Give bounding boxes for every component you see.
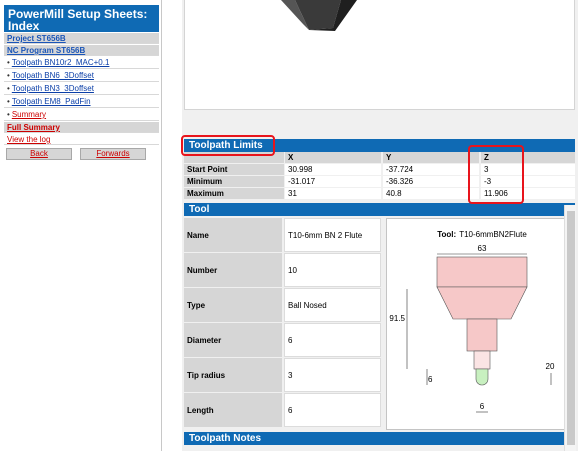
column-header-x: X: [285, 152, 381, 163]
cell-x: 30.998: [285, 164, 381, 175]
back-button[interactable]: Back: [6, 148, 72, 160]
cell-y: 40.8: [383, 188, 479, 199]
row-label: Minimum: [184, 176, 284, 187]
summary-list-item[interactable]: • Summary: [4, 109, 159, 121]
limits-title-highlight: [181, 135, 275, 156]
row-label: Maximum: [184, 188, 284, 199]
z-column-highlight: [468, 145, 524, 204]
forwards-button-label: Forwards: [96, 149, 130, 158]
tool-prop-label: Type: [184, 288, 282, 322]
tool-caption-prefix: Tool:: [437, 230, 456, 239]
tool-prop-value: Ball Nosed: [284, 288, 381, 322]
tool-diagram-caption: Tool: T10-6mmBN2Flute: [437, 230, 527, 239]
tool-holder-collet: [466, 318, 498, 352]
index-title: PowerMill Setup Sheets: Index: [4, 5, 159, 32]
scrollbar-thumb[interactable]: [567, 211, 575, 445]
tool-prop-label: Number: [184, 253, 282, 287]
holder-width-dim: 63: [478, 244, 487, 253]
setup-sheet-window: PowerMill Setup Sheets: Index Project ST…: [0, 0, 579, 451]
tool-prop-label: Length: [184, 393, 282, 427]
view-log-link[interactable]: View the log: [7, 135, 50, 144]
bullet-icon: •: [7, 84, 10, 93]
bullet-icon: •: [7, 71, 10, 80]
toolpath-preview-image: [184, 0, 575, 110]
toolpath-notes-title: Toolpath Notes: [189, 433, 262, 444]
tool-prop-label: Name: [184, 218, 282, 252]
tool-header: Tool: [184, 203, 575, 216]
tool-holder-top: [436, 256, 528, 288]
tool-diagram-box: Tool: T10-6mmBN2Flute 63 91.5 6 20 6: [386, 218, 575, 430]
nc-program-link-row[interactable]: NC Program ST656B: [4, 45, 159, 56]
cell-x: 31: [285, 188, 381, 199]
back-button-label: Back: [30, 149, 48, 158]
tool-shank: [473, 350, 491, 370]
toolpath-list-item[interactable]: • Toolpath BN3_3Doffset: [4, 83, 159, 95]
forwards-button[interactable]: Forwards: [80, 148, 146, 160]
toolpath-list-item[interactable]: • Toolpath EM8_PadFin: [4, 96, 159, 108]
bullet-icon: •: [7, 58, 10, 67]
tool-title: Tool: [189, 204, 210, 215]
bullet-icon: •: [7, 110, 10, 119]
tool-prop-value: 3: [284, 358, 381, 392]
vertical-scrollbar[interactable]: [564, 205, 576, 451]
toolpath-list-item[interactable]: • Toolpath BN10r2_MAC+0.1: [4, 57, 159, 69]
shank-length-dim: 20: [546, 362, 555, 371]
nav-buttons: Back Forwards: [4, 148, 146, 160]
toolpath-list-item[interactable]: • Toolpath BN6_3Doffset: [4, 70, 159, 82]
tool-tip: [475, 368, 489, 386]
toolpath-link[interactable]: Toolpath BN6_3Doffset: [12, 71, 94, 80]
view-log-row[interactable]: View the log: [4, 134, 159, 145]
toolpath-link[interactable]: Toolpath BN10r2_MAC+0.1: [12, 58, 110, 67]
tool-holder-cone: [436, 286, 528, 320]
overall-length-dim: 91.5: [389, 314, 405, 323]
index-panel: PowerMill Setup Sheets: Index Project ST…: [4, 5, 159, 145]
toolpath-link[interactable]: Toolpath EM8_PadFin: [12, 97, 91, 106]
tip-length-dim: 6: [428, 375, 433, 384]
index-frame: PowerMill Setup Sheets: Index Project ST…: [0, 0, 162, 451]
row-label: Start Point: [184, 164, 284, 175]
bullet-icon: •: [7, 97, 10, 106]
tool-prop-value: T10-6mm BN 2 Flute: [284, 218, 381, 252]
nc-program-link[interactable]: NC Program ST656B: [7, 46, 85, 55]
tool-prop-value: 10: [284, 253, 381, 287]
project-link-row[interactable]: Project ST656B: [4, 33, 159, 44]
tool-prop-label: Tip radius: [184, 358, 282, 392]
cell-x: -31.017: [285, 176, 381, 187]
toolpath-notes-header: Toolpath Notes: [184, 432, 575, 445]
tool-diagram: Tool: T10-6mmBN2Flute 63 91.5 6 20 6: [389, 230, 555, 413]
cell-y: -37.724: [383, 164, 479, 175]
summary-link[interactable]: Summary: [12, 110, 46, 119]
full-summary-row[interactable]: Full Summary: [4, 122, 159, 133]
full-summary-link[interactable]: Full Summary: [7, 123, 60, 132]
content-frame: Toolpath Limits X Y Z Start Point 30.998…: [162, 0, 579, 451]
tool-prop-value: 6: [284, 323, 381, 357]
tip-diameter-dim: 6: [480, 402, 485, 411]
model-render: [281, 0, 357, 31]
setup-sheet-panel: Toolpath Limits X Y Z Start Point 30.998…: [182, 0, 578, 451]
toolpath-link[interactable]: Toolpath BN3_3Doffset: [12, 84, 94, 93]
project-link[interactable]: Project ST656B: [7, 34, 66, 43]
tool-prop-label: Diameter: [184, 323, 282, 357]
column-header-y: Y: [383, 152, 479, 163]
tool-prop-value: 6: [284, 393, 381, 427]
tool-caption-name: T10-6mmBN2Flute: [459, 230, 527, 239]
cell-y: -36.326: [383, 176, 479, 187]
